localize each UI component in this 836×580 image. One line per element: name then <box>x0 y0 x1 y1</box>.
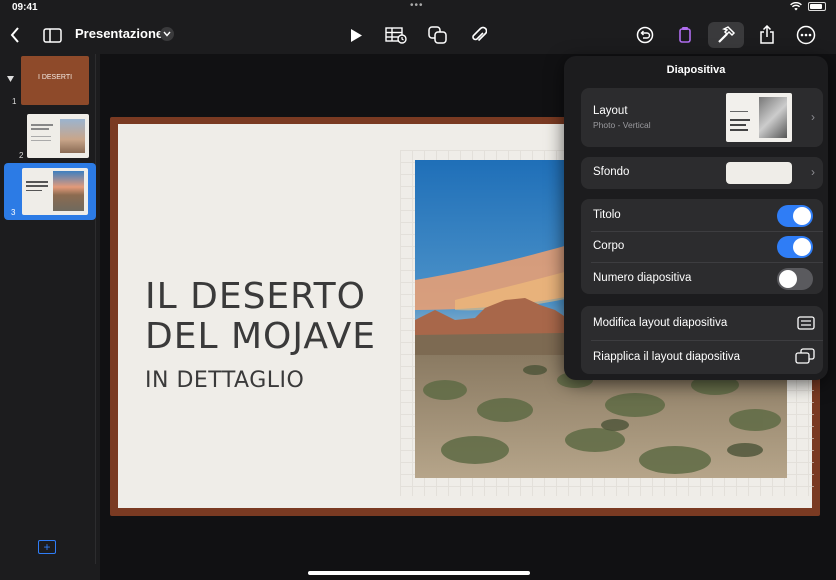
slide-title[interactable]: IL DESERTO DEL MOJAVE <box>145 277 376 357</box>
sidebar-icon[interactable] <box>40 22 64 48</box>
add-slide-button[interactable]: + <box>38 540 56 554</box>
slide-title-line-2: DEL MOJAVE <box>145 316 377 357</box>
layout-actions-group: Modifica layout diapositiva Riapplica il… <box>581 306 823 374</box>
table-icon[interactable] <box>383 22 409 48</box>
share-icon[interactable] <box>754 22 780 48</box>
battery-icon <box>808 2 826 11</box>
separator <box>591 262 823 263</box>
layout-value: Photo - Vertical <box>593 120 651 130</box>
layout-label: Layout <box>593 105 628 117</box>
collapse-triangle-icon[interactable] <box>7 76 14 82</box>
layout-thumbnail <box>726 93 792 142</box>
undo-icon[interactable] <box>632 22 658 48</box>
background-label: Sfondo <box>593 166 630 178</box>
slide-thumbnail-2[interactable] <box>27 114 89 158</box>
play-icon[interactable] <box>344 22 368 48</box>
toggle-label-slide-number: Numero diapositiva <box>593 272 692 284</box>
status-time: 09:41 <box>12 2 38 13</box>
slide-subtitle[interactable]: IN DETTAGLIO <box>145 368 304 393</box>
chevron-right-icon: › <box>811 165 815 179</box>
reapply-layout-icon[interactable] <box>795 348 815 369</box>
slide-number: 1 <box>12 97 17 106</box>
reapply-layout-label[interactable]: Riapplica il layout diapositiva <box>593 351 740 363</box>
wifi-icon <box>790 2 802 11</box>
slide-number: 2 <box>19 151 24 160</box>
edit-layout-label[interactable]: Modifica layout diapositiva <box>593 317 727 329</box>
toolbar: Presentazione <box>0 16 836 54</box>
slide-number: 3 <box>11 208 16 217</box>
chevron-right-icon: › <box>811 110 815 124</box>
attachment-icon[interactable] <box>466 22 492 48</box>
hammer-icon[interactable] <box>708 22 744 48</box>
status-bar: 09:41 ••• <box>0 0 836 16</box>
separator <box>591 231 823 232</box>
status-indicators <box>790 2 826 11</box>
body-toggle[interactable] <box>777 236 813 258</box>
toggle-label-body: Corpo <box>593 240 625 252</box>
slide-thumbnail-1[interactable]: I DESERTI <box>21 56 89 105</box>
shapes-icon[interactable] <box>425 22 451 48</box>
background-swatch <box>726 162 792 184</box>
toggle-label-title: Titolo <box>593 209 621 221</box>
slide-thumbnail-title: I DESERTI <box>37 74 73 81</box>
title-chevron-icon[interactable] <box>160 27 174 41</box>
separator <box>591 340 823 341</box>
title-toggle[interactable] <box>777 205 813 227</box>
slide-thumbnail-3[interactable] <box>22 168 88 215</box>
more-icon[interactable] <box>793 22 819 48</box>
slide-number-toggle[interactable] <box>777 268 813 290</box>
slide-format-popover: Diapositiva Layout Photo - Vertical › Sf… <box>564 56 828 380</box>
visibility-group: Titolo Corpo Numero diapositiva <box>581 199 823 294</box>
home-indicator[interactable] <box>308 571 530 575</box>
popover-title: Diapositiva <box>666 64 726 76</box>
edit-layout-icon[interactable] <box>797 316 815 335</box>
layout-row[interactable]: Layout Photo - Vertical › <box>581 88 823 147</box>
navigator-divider <box>95 54 96 564</box>
back-chevron-icon[interactable] <box>6 22 24 48</box>
slide-title-line-1: IL DESERTO <box>145 276 366 317</box>
background-row[interactable]: Sfondo › <box>581 157 823 189</box>
format-brush-icon[interactable] <box>672 22 698 48</box>
multitasking-dots[interactable]: ••• <box>410 0 424 11</box>
document-title[interactable]: Presentazione <box>75 26 163 41</box>
